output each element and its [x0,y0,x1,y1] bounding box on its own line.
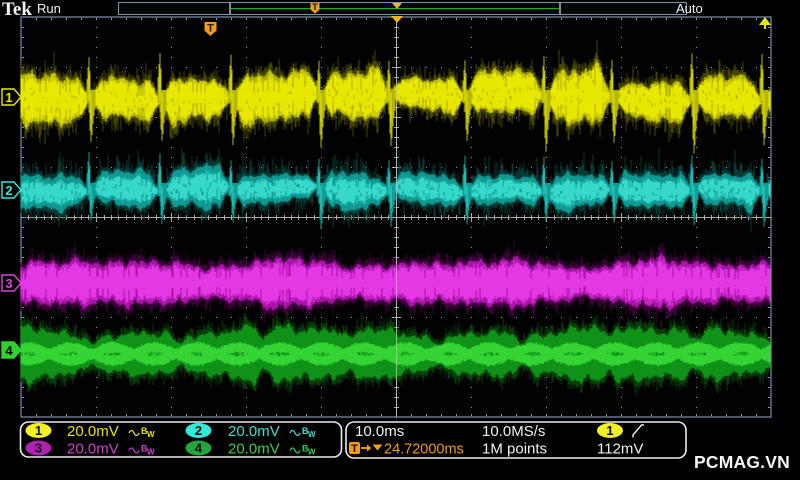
svg-text:20.0mV: 20.0mV [67,441,119,458]
svg-text:10.0ms: 10.0ms [355,423,404,440]
svg-text:4: 4 [5,343,13,358]
svg-text:2: 2 [195,423,202,438]
svg-text:10.0MS/s: 10.0MS/s [482,423,545,440]
svg-text:PCMAG.VN: PCMAG.VN [694,452,790,472]
svg-text:W: W [308,448,316,457]
svg-text:112mV: 112mV [597,441,643,458]
svg-text:1: 1 [606,423,613,438]
svg-text:20.0mV: 20.0mV [228,441,280,458]
svg-text:20.0mV: 20.0mV [228,423,280,440]
svg-text:T: T [351,443,358,455]
svg-text:2: 2 [5,183,12,198]
svg-text:1: 1 [35,423,42,438]
svg-text:T: T [312,2,318,12]
svg-text:W: W [147,430,155,439]
svg-text:W: W [147,448,155,457]
svg-text:1M points: 1M points [482,441,547,458]
svg-text:Tek: Tek [2,0,32,20]
svg-text:Run: Run [37,1,61,16]
svg-text:1: 1 [5,90,12,105]
svg-text:4: 4 [195,441,203,456]
svg-text:T: T [207,23,214,35]
svg-text:W: W [308,430,316,439]
svg-text:20.0mV: 20.0mV [67,423,119,440]
svg-text:24.72000ms: 24.72000ms [384,442,464,458]
svg-text:3: 3 [35,441,42,456]
svg-text:3: 3 [5,276,12,291]
svg-text:Auto: Auto [676,1,703,16]
